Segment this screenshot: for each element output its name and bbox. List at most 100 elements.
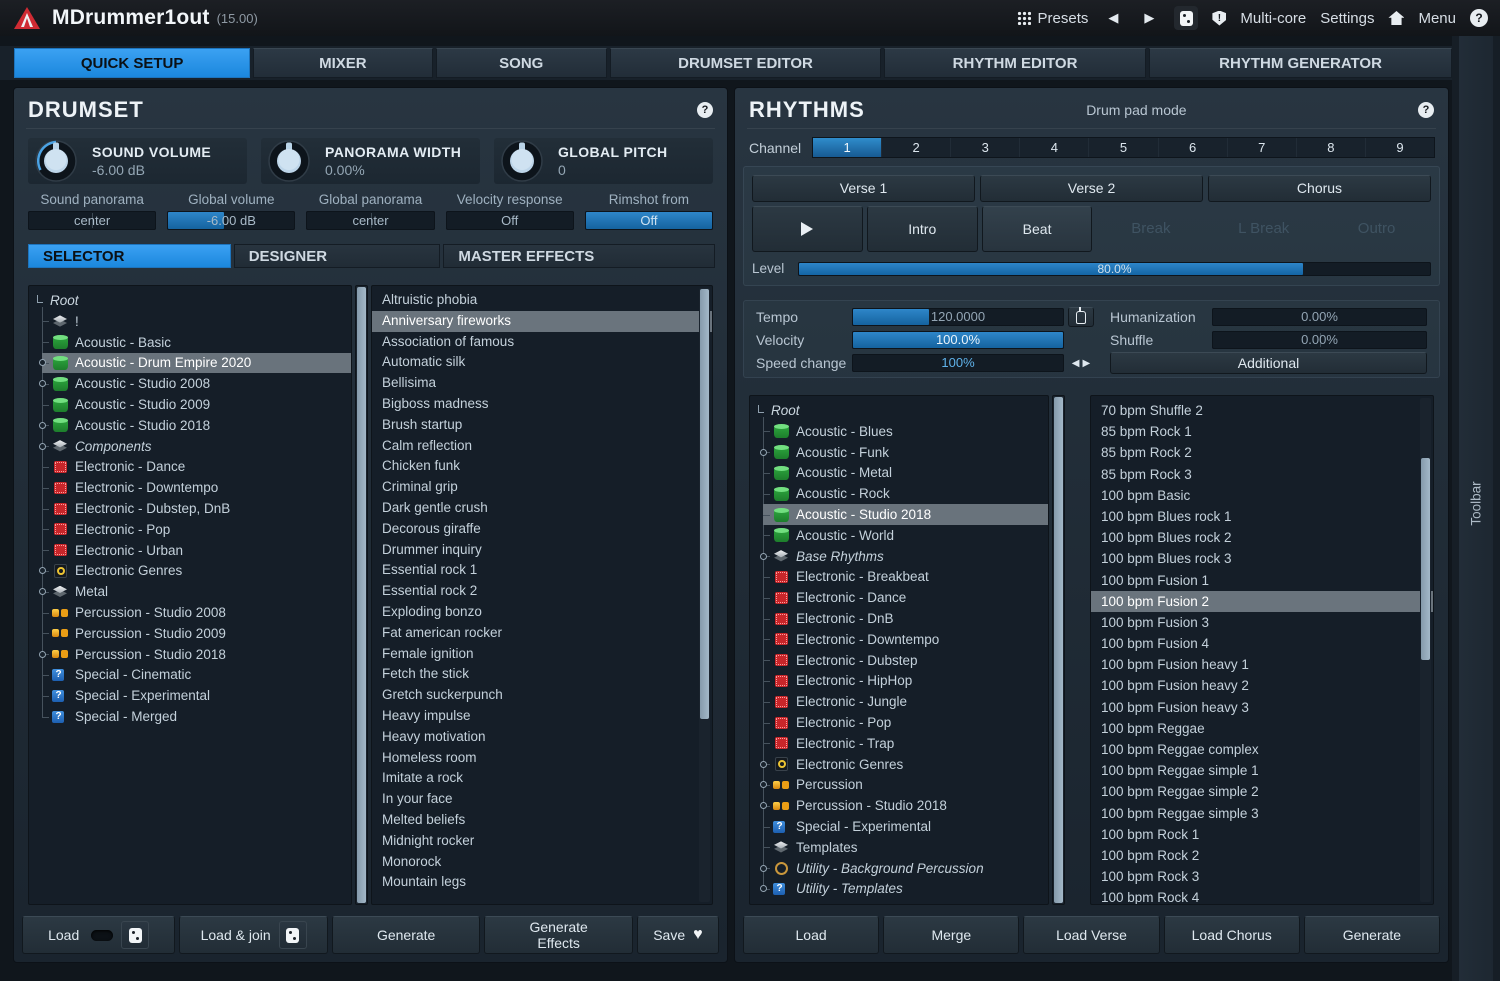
tab-quick-setup[interactable]: QUICK SETUP xyxy=(14,48,250,78)
shuffle-field[interactable]: 0.00% xyxy=(1212,331,1427,349)
expand-icon[interactable] xyxy=(760,885,767,892)
rhythm-list-scrollbar[interactable] xyxy=(1420,398,1431,902)
panorama-width-knob[interactable] xyxy=(267,139,311,183)
tree-item-templates[interactable]: Templates xyxy=(763,837,1048,858)
list-item-essential-rock-2[interactable]: Essential rock 2 xyxy=(372,581,712,602)
toggle-pill[interactable] xyxy=(91,930,113,941)
tree-item-acoustic-studio-2018[interactable]: Acoustic - Studio 2018 xyxy=(42,415,351,436)
tab-rhythm-editor[interactable]: RHYTHM EDITOR xyxy=(884,48,1146,78)
tree-item-electronic-hiphop[interactable]: Electronic - HipHop xyxy=(763,671,1048,692)
beat-button[interactable]: Beat xyxy=(982,206,1093,252)
list-item-brush-startup[interactable]: Brush startup xyxy=(372,415,712,436)
subtab-master-effects[interactable]: MASTER EFFECTS xyxy=(443,244,715,268)
tree-item-acoustic-rock[interactable]: Acoustic - Rock xyxy=(763,483,1048,504)
list-item-in-your-face[interactable]: In your face xyxy=(372,789,712,810)
merge-button[interactable]: Merge xyxy=(883,916,1019,954)
list-item-bigboss-madness[interactable]: Bigboss madness xyxy=(372,394,712,415)
tempo-slider[interactable]: 120.0000 xyxy=(852,308,1064,326)
list-item-100-bpm-blues-rock-1[interactable]: 100 bpm Blues rock 1 xyxy=(1091,506,1433,527)
load-button[interactable]: Load xyxy=(743,916,879,954)
tab-rhythm-generator[interactable]: RHYTHM GENERATOR xyxy=(1149,48,1452,78)
tree-item-electronic-pop[interactable]: Electronic - Pop xyxy=(42,519,351,540)
tree-item-acoustic-basic[interactable]: Acoustic - Basic xyxy=(42,332,351,353)
menu-button[interactable]: Menu xyxy=(1418,10,1456,27)
list-item-exploding-bonzo[interactable]: Exploding bonzo xyxy=(372,602,712,623)
expand-icon[interactable] xyxy=(760,865,767,872)
list-item-homeless-room[interactable]: Homeless room xyxy=(372,748,712,769)
tree-item-electronic-pop[interactable]: Electronic - Pop xyxy=(763,712,1048,733)
tree-item-percussion-studio-2008[interactable]: Percussion - Studio 2008 xyxy=(42,602,351,623)
list-item-chicken-funk[interactable]: Chicken funk xyxy=(372,456,712,477)
tap-tempo-button[interactable] xyxy=(1068,307,1094,327)
settings-button[interactable]: Settings xyxy=(1320,10,1374,27)
level-slider[interactable]: 80.0% xyxy=(798,262,1431,276)
list-item-100-bpm-reggae-simple-1[interactable]: 100 bpm Reggae simple 1 xyxy=(1091,760,1433,781)
list-item-100-bpm-basic[interactable]: 100 bpm Basic xyxy=(1091,485,1433,506)
tree-item-electronic-dubstep[interactable]: Electronic - Dubstep xyxy=(763,650,1048,671)
list-item-70-bpm-shuffle-2[interactable]: 70 bpm Shuffle 2 xyxy=(1091,400,1433,421)
expand-icon[interactable] xyxy=(39,380,46,387)
list-item-heavy-motivation[interactable]: Heavy motivation xyxy=(372,727,712,748)
list-item-gretch-suckerpunch[interactable]: Gretch suckerpunch xyxy=(372,685,712,706)
expand-icon[interactable] xyxy=(39,651,46,658)
list-item-85-bpm-rock-2[interactable]: 85 bpm Rock 2 xyxy=(1091,442,1433,463)
list-item-100-bpm-reggae-simple-2[interactable]: 100 bpm Reggae simple 2 xyxy=(1091,781,1433,802)
expand-icon[interactable] xyxy=(760,449,767,456)
previous-preset-icon[interactable]: ◀ xyxy=(1102,10,1124,26)
help-icon[interactable]: ? xyxy=(1470,9,1488,27)
list-item-85-bpm-rock-1[interactable]: 85 bpm Rock 1 xyxy=(1091,421,1433,442)
tree-item-percussion-studio-2009[interactable]: Percussion - Studio 2009 xyxy=(42,623,351,644)
rhythms-tree-scrollbar[interactable] xyxy=(1052,395,1065,905)
list-item-100-bpm-rock-1[interactable]: 100 bpm Rock 1 xyxy=(1091,824,1433,845)
dice-button[interactable] xyxy=(121,921,149,949)
channel-5[interactable]: 5 xyxy=(1089,138,1158,157)
tab-song[interactable]: SONG xyxy=(436,48,607,78)
tree-item-percussion-studio-2018[interactable]: Percussion - Studio 2018 xyxy=(42,644,351,665)
list-item-100-bpm-fusion-2[interactable]: 100 bpm Fusion 2 xyxy=(1091,591,1433,612)
expand-icon[interactable] xyxy=(760,781,767,788)
list-item-100-bpm-blues-rock-3[interactable]: 100 bpm Blues rock 3 xyxy=(1091,548,1433,569)
humanization-field[interactable]: 0.00% xyxy=(1212,308,1427,326)
drumset-help-icon[interactable]: ? xyxy=(697,102,713,118)
list-item-melted-beliefs[interactable]: Melted beliefs xyxy=(372,810,712,831)
expand-icon[interactable] xyxy=(39,567,46,574)
expand-icon[interactable] xyxy=(760,761,767,768)
tree-item-acoustic-drum-empire-2020[interactable]: Acoustic - Drum Empire 2020 xyxy=(42,353,351,374)
tree-item-electronic-dance[interactable]: Electronic - Dance xyxy=(763,587,1048,608)
tree-item-electronic-dance[interactable]: Electronic - Dance xyxy=(42,457,351,478)
section-verse-2[interactable]: Verse 2 xyxy=(980,175,1203,202)
channel-8[interactable]: 8 xyxy=(1297,138,1366,157)
tree-item-acoustic-studio-2009[interactable]: Acoustic - Studio 2009 xyxy=(42,394,351,415)
tree-item-electronic-downtempo[interactable]: Electronic - Downtempo xyxy=(42,477,351,498)
list-item-100-bpm-fusion-heavy-2[interactable]: 100 bpm Fusion heavy 2 xyxy=(1091,675,1433,696)
tree-item-electronic-genres[interactable]: Electronic Genres xyxy=(763,754,1048,775)
expand-icon[interactable] xyxy=(39,359,46,366)
speed-decrease-icon[interactable]: ◀ xyxy=(1072,358,1080,369)
load-button[interactable]: Load xyxy=(22,916,175,954)
list-item-imitate-a-rock[interactable]: Imitate a rock xyxy=(372,768,712,789)
section-verse-1[interactable]: Verse 1 xyxy=(752,175,975,202)
load-join-button[interactable]: Load & join xyxy=(179,916,328,954)
tree-item-special-experimental[interactable]: Special - Experimental xyxy=(763,816,1048,837)
tree-item-utility-background-percussion[interactable]: Utility - Background Percussion xyxy=(763,858,1048,879)
list-item-fat-american-rocker[interactable]: Fat american rocker xyxy=(372,623,712,644)
tree-item-item[interactable]: ! xyxy=(42,311,351,332)
list-item-100-bpm-reggae-complex[interactable]: 100 bpm Reggae complex xyxy=(1091,739,1433,760)
channel-9[interactable]: 9 xyxy=(1366,138,1434,157)
tree-root[interactable]: Root xyxy=(750,400,1048,421)
next-preset-icon[interactable]: ▶ xyxy=(1138,10,1160,26)
drumset-preset-scrollbar[interactable] xyxy=(699,288,710,902)
field-bar-velocity-response[interactable]: Off xyxy=(446,211,574,230)
rhythms-help-icon[interactable]: ? xyxy=(1418,102,1434,118)
tree-item-acoustic-world[interactable]: Acoustic - World xyxy=(763,525,1048,546)
tree-item-special-merged[interactable]: Special - Merged xyxy=(42,706,351,727)
speed-change-field[interactable]: 100% xyxy=(852,354,1064,372)
list-item-female-ignition[interactable]: Female ignition xyxy=(372,644,712,665)
list-item-drummer-inquiry[interactable]: Drummer inquiry xyxy=(372,540,712,561)
field-bar-sound-panorama[interactable]: center xyxy=(28,211,156,230)
list-item-anniversary-fireworks[interactable]: Anniversary fireworks xyxy=(372,311,712,332)
channel-7[interactable]: 7 xyxy=(1228,138,1297,157)
tree-item-acoustic-funk[interactable]: Acoustic - Funk xyxy=(763,442,1048,463)
subtab-selector[interactable]: SELECTOR xyxy=(28,244,231,268)
channel-2[interactable]: 2 xyxy=(882,138,951,157)
